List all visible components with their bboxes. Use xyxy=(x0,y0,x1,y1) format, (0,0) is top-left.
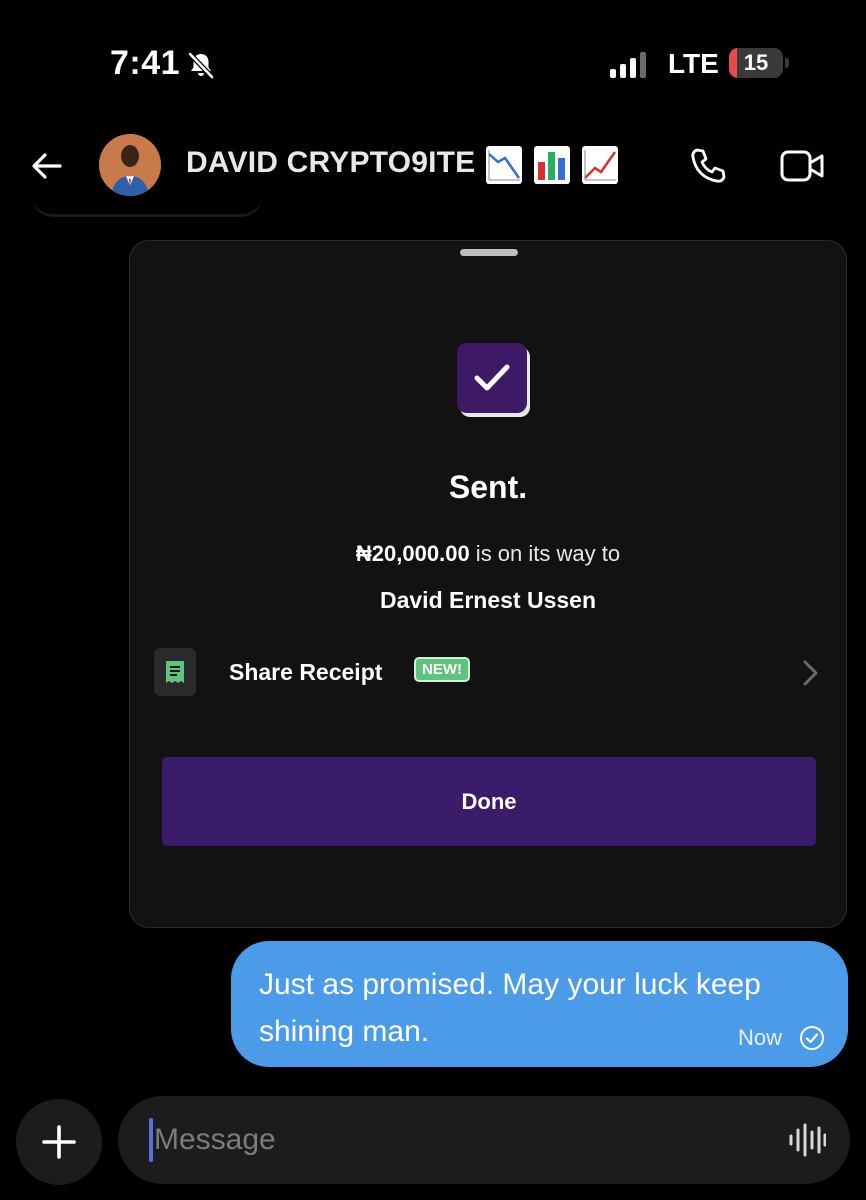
network-type: LTE xyxy=(668,48,719,79)
amount-line: ₦20,000.00 is on its way to xyxy=(130,541,846,567)
contact-name[interactable]: DAVID CRYPTO9ITE xyxy=(186,146,475,180)
share-receipt-row[interactable]: Share Receipt NEW! xyxy=(154,647,824,697)
text-cursor xyxy=(149,1118,153,1162)
chevron-right-icon xyxy=(803,660,818,686)
message-composer[interactable] xyxy=(118,1096,850,1184)
done-button[interactable]: Done xyxy=(162,757,816,846)
success-badge xyxy=(457,343,527,413)
cell-signal-icon xyxy=(610,52,646,78)
status-time: 7:41 xyxy=(110,44,181,82)
new-badge: NEW! xyxy=(414,657,470,682)
drag-handle[interactable] xyxy=(460,249,518,256)
previous-message-edge xyxy=(32,196,262,217)
chart-increasing-icon xyxy=(582,146,618,184)
battery-cap xyxy=(785,58,789,68)
battery-level: 15 xyxy=(743,50,769,75)
recipient-name: David Ernest Ussen xyxy=(379,587,597,613)
video-camera-icon[interactable] xyxy=(780,150,826,182)
waveform-icon[interactable] xyxy=(788,1122,826,1158)
chart-decreasing-icon xyxy=(486,146,522,184)
transfer-receipt-card: Sent. ₦20,000.00 is on its way to David … xyxy=(129,240,847,928)
message-input[interactable] xyxy=(154,1116,754,1164)
transfer-amount: ₦20,000.00 xyxy=(355,541,470,566)
receipt-icon xyxy=(154,648,196,696)
plus-icon xyxy=(42,1125,76,1159)
avatar-portrait xyxy=(99,134,161,196)
read-check-icon xyxy=(800,1026,824,1050)
share-receipt-label: Share Receipt xyxy=(229,659,383,685)
amount-suffix: is on its way to xyxy=(469,541,621,566)
message-time: Now xyxy=(738,1025,783,1050)
bell-slash-icon xyxy=(188,52,214,79)
add-attachment-button[interactable] xyxy=(16,1099,102,1185)
arrow-left-icon[interactable] xyxy=(28,147,66,185)
avatar[interactable] xyxy=(99,134,161,196)
checkmark-icon xyxy=(474,364,510,391)
battery-icon: 15 xyxy=(729,48,783,78)
sent-title: Sent. xyxy=(448,469,528,505)
contact-name-emojis xyxy=(486,146,618,184)
bar-chart-icon xyxy=(534,146,570,184)
phone-icon[interactable] xyxy=(688,146,728,186)
outgoing-message-bubble[interactable]: Just as promised. May your luck keep shi… xyxy=(231,941,848,1067)
